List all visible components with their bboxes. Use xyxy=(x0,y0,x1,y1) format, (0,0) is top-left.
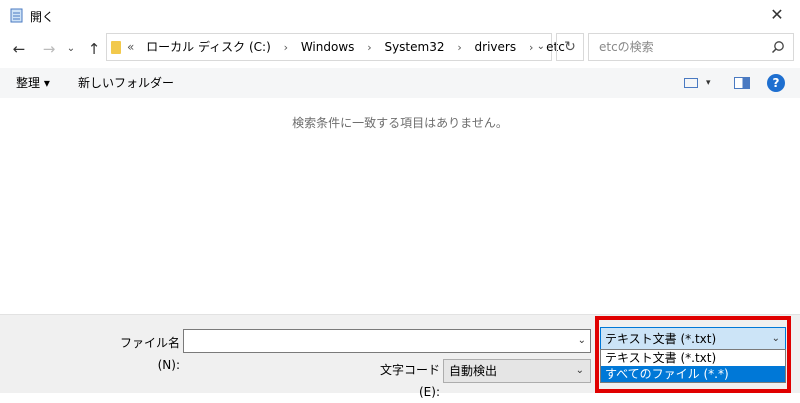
filename-input[interactable]: ⌄ xyxy=(183,329,591,353)
help-icon[interactable]: ? xyxy=(767,74,785,92)
address-dropdown-button[interactable]: ⌄ xyxy=(537,34,545,60)
organize-button[interactable]: 整理 ▾ xyxy=(16,68,50,98)
search-icon[interactable] xyxy=(771,40,785,54)
breadcrumb-item-local-disk[interactable]: ローカル ディスク (C:) xyxy=(146,34,271,60)
filetype-select[interactable]: テキスト文書 (*.txt) ⌄ xyxy=(600,327,786,351)
forward-button[interactable]: → xyxy=(38,38,60,60)
title-bar: 開く ✕ xyxy=(0,0,800,30)
filename-label: ファイル名(N): xyxy=(119,336,180,372)
refresh-button[interactable]: ↻ xyxy=(556,33,584,61)
encoding-value: 自動検出 xyxy=(449,364,498,378)
breadcrumb: « ローカル ディスク (C:) › Windows › System32 › … xyxy=(127,34,565,60)
close-button[interactable]: ✕ xyxy=(754,0,800,30)
chevron-right-icon[interactable]: › xyxy=(367,35,371,61)
filetype-option-txt[interactable]: テキスト文書 (*.txt) xyxy=(601,350,785,366)
breadcrumb-item-windows[interactable]: Windows xyxy=(301,34,355,60)
back-button[interactable]: ← xyxy=(8,38,30,60)
breadcrumb-item-drivers[interactable]: drivers xyxy=(475,34,517,60)
folder-icon xyxy=(111,41,121,54)
chevron-down-icon[interactable]: ⌄ xyxy=(578,330,586,352)
view-options-dropdown[interactable]: ▾ xyxy=(706,68,711,98)
breadcrumb-overflow-button[interactable]: « xyxy=(127,34,134,60)
view-options-icon[interactable] xyxy=(684,78,698,88)
encoding-select[interactable]: 自動検出 ⌄ xyxy=(443,359,591,383)
filetype-value: テキスト文書 (*.txt) xyxy=(605,332,717,346)
navigation-bar: ← → ⌄ ↑ « ローカル ディスク (C:) › Windows › Sys… xyxy=(0,30,800,68)
recent-locations-button[interactable]: ⌄ xyxy=(64,38,78,60)
up-button[interactable]: ↑ xyxy=(84,38,104,60)
chevron-right-icon[interactable]: › xyxy=(457,35,461,61)
new-folder-button[interactable]: 新しいフォルダー xyxy=(78,68,174,98)
chevron-right-icon[interactable]: › xyxy=(284,35,288,61)
chevron-down-icon[interactable]: ⌄ xyxy=(772,328,780,350)
notepad-icon xyxy=(10,8,23,23)
command-bar: 整理 ▾ 新しいフォルダー ▾ ? xyxy=(0,68,800,98)
chevron-down-icon[interactable]: ⌄ xyxy=(576,360,584,382)
breadcrumb-item-system32[interactable]: System32 xyxy=(384,34,444,60)
filetype-dropdown-list: テキスト文書 (*.txt) すべてのファイル (*.*) xyxy=(600,349,786,383)
file-list-area[interactable]: 検索条件に一致する項目はありません。 xyxy=(0,98,800,314)
encoding-label: 文字コード(E): xyxy=(379,363,440,399)
search-placeholder: etcの検索 xyxy=(599,40,654,54)
address-bar[interactable]: « ローカル ディスク (C:) › Windows › System32 › … xyxy=(106,33,565,61)
window-title: 開く xyxy=(30,10,55,24)
chevron-right-icon[interactable]: › xyxy=(529,35,533,61)
filetype-option-all-files[interactable]: すべてのファイル (*.*) xyxy=(601,366,785,382)
empty-message: 検索条件に一致する項目はありません。 xyxy=(292,116,508,130)
preview-pane-icon[interactable] xyxy=(734,77,750,89)
search-input[interactable]: etcの検索 xyxy=(588,33,794,61)
